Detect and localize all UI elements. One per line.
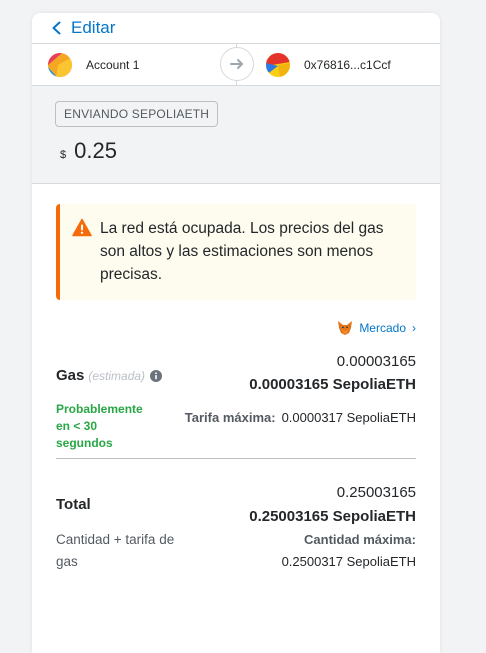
- total-description: Cantidad + tarifa de gas: [56, 532, 175, 569]
- total-label: Total: [56, 496, 91, 513]
- gas-timing-estimate: Probablemente en < 30 segundos: [56, 402, 143, 450]
- network-busy-warning: La red está ocupada. Los precios del gas…: [56, 204, 416, 300]
- chevron-right-icon: ›: [412, 321, 416, 335]
- max-fee-label: Tarifa máxima:: [184, 410, 276, 425]
- max-fee: Tarifa máxima: 0.0000317 SepoliaETH: [185, 410, 416, 425]
- gas-estimated-tag: (estimada): [88, 368, 146, 383]
- total-native-value: 0.25003165 SepoliaETH: [249, 508, 416, 525]
- warning-icon: [72, 218, 92, 237]
- arrow-right-icon: [220, 47, 254, 81]
- info-icon[interactable]: [150, 369, 163, 382]
- edit-label: Editar: [71, 18, 116, 37]
- recipient-avatar: [266, 52, 290, 77]
- max-amount-value: 0.2500317 SepoliaETH: [281, 554, 416, 569]
- sender-recipient-bar: Account 1 0x76816...c1Ccf: [32, 43, 440, 86]
- amount-section: ENVIANDO SEPOLIAETH $ 0.25: [32, 86, 440, 184]
- market-gas-button[interactable]: Mercado ›: [337, 320, 416, 336]
- recipient-address: 0x76816...c1Ccf: [304, 57, 391, 72]
- total-fiat-value: 0.25003165: [336, 484, 416, 501]
- max-amount-label: Cantidad máxima:: [304, 532, 416, 547]
- warning-text: La red está ocupada. Los precios del gas…: [100, 220, 384, 283]
- edit-back-button[interactable]: Editar: [32, 13, 440, 43]
- chevron-left-icon: [52, 21, 61, 35]
- market-label: Mercado: [359, 321, 406, 335]
- currency-symbol: $: [60, 149, 67, 161]
- sender-name: Account 1: [86, 57, 140, 72]
- gas-title: Gas: [56, 367, 85, 384]
- max-fee-value: 0.0000317 SepoliaETH: [281, 410, 416, 425]
- gas-native-value: 0.00003165 SepoliaETH: [249, 376, 416, 393]
- gas-fiat-value: 0.00003165: [336, 353, 416, 370]
- account-avatar: [48, 52, 72, 77]
- divider: [56, 458, 416, 459]
- recipient-account[interactable]: 0x76816...c1Ccf: [266, 52, 391, 77]
- sending-asset-tag: ENVIANDO SEPOLIAETH: [55, 101, 219, 127]
- confirm-transaction-panel: Editar Account 1 0x76816...c1Ccf ENVIAND…: [32, 13, 440, 653]
- gas-label: Gas (estimada): [56, 367, 163, 384]
- amount-value: 0.25: [74, 138, 117, 163]
- sender-account[interactable]: Account 1: [48, 52, 140, 77]
- send-amount: $ 0.25: [60, 138, 117, 164]
- fox-icon: [338, 321, 353, 335]
